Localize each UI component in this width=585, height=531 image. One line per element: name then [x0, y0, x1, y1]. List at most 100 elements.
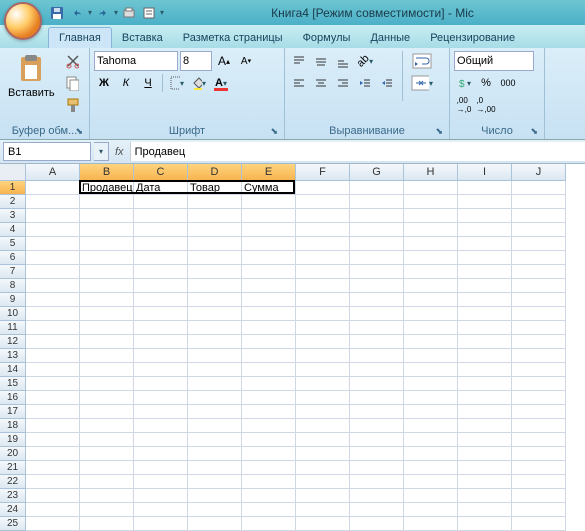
- cell[interactable]: [458, 279, 512, 293]
- cell[interactable]: [188, 461, 242, 475]
- cell[interactable]: [134, 293, 188, 307]
- cell[interactable]: [188, 195, 242, 209]
- row-header[interactable]: 19: [0, 433, 26, 447]
- cell[interactable]: [80, 209, 134, 223]
- cell[interactable]: [134, 489, 188, 503]
- cell[interactable]: [242, 293, 296, 307]
- cell[interactable]: [188, 405, 242, 419]
- column-header[interactable]: E: [242, 164, 296, 181]
- cell[interactable]: [458, 307, 512, 321]
- cell[interactable]: [512, 223, 566, 237]
- row-header[interactable]: 6: [0, 251, 26, 265]
- row-header[interactable]: 24: [0, 503, 26, 517]
- dialog-launcher-icon[interactable]: ⬊: [75, 126, 83, 137]
- cell[interactable]: [296, 461, 350, 475]
- cell[interactable]: [26, 181, 80, 195]
- cell[interactable]: [512, 433, 566, 447]
- cell[interactable]: [404, 391, 458, 405]
- cell[interactable]: [188, 391, 242, 405]
- cell[interactable]: [350, 447, 404, 461]
- cell[interactable]: [512, 391, 566, 405]
- select-all-corner[interactable]: [0, 164, 26, 181]
- bold-button[interactable]: Ж: [94, 73, 114, 93]
- row-header[interactable]: 2: [0, 195, 26, 209]
- cell[interactable]: [296, 265, 350, 279]
- cell[interactable]: [80, 251, 134, 265]
- row-header[interactable]: 3: [0, 209, 26, 223]
- cell[interactable]: [458, 461, 512, 475]
- cell[interactable]: [134, 433, 188, 447]
- cell[interactable]: [512, 209, 566, 223]
- cell[interactable]: [512, 251, 566, 265]
- cell[interactable]: [350, 251, 404, 265]
- merge-cells-icon[interactable]: ▾: [408, 73, 436, 93]
- cell[interactable]: [80, 461, 134, 475]
- cell[interactable]: [404, 335, 458, 349]
- cell[interactable]: [350, 363, 404, 377]
- cell[interactable]: [80, 503, 134, 517]
- cell[interactable]: [242, 321, 296, 335]
- cell[interactable]: [242, 251, 296, 265]
- row-header[interactable]: 11: [0, 321, 26, 335]
- cell[interactable]: [512, 181, 566, 195]
- cell[interactable]: [242, 209, 296, 223]
- align-left-icon[interactable]: [289, 73, 309, 93]
- cell[interactable]: [242, 363, 296, 377]
- cell[interactable]: [458, 195, 512, 209]
- font-family-combo[interactable]: [94, 51, 178, 71]
- cell[interactable]: [134, 391, 188, 405]
- cell[interactable]: [458, 475, 512, 489]
- row-header[interactable]: 5: [0, 237, 26, 251]
- cell[interactable]: [350, 195, 404, 209]
- cell[interactable]: [296, 195, 350, 209]
- cell[interactable]: [404, 363, 458, 377]
- borders-icon[interactable]: ▾: [167, 73, 187, 93]
- cell[interactable]: [512, 279, 566, 293]
- cell[interactable]: [188, 307, 242, 321]
- column-header[interactable]: J: [512, 164, 566, 181]
- row-header[interactable]: 8: [0, 279, 26, 293]
- column-header[interactable]: H: [404, 164, 458, 181]
- tab-home[interactable]: Главная: [48, 27, 112, 48]
- align-middle-icon[interactable]: [311, 51, 331, 71]
- cell[interactable]: [350, 307, 404, 321]
- cell[interactable]: [296, 503, 350, 517]
- cell[interactable]: [404, 237, 458, 251]
- cell[interactable]: [26, 489, 80, 503]
- align-center-icon[interactable]: [311, 73, 331, 93]
- cell[interactable]: [80, 237, 134, 251]
- cell[interactable]: [404, 433, 458, 447]
- cell[interactable]: [296, 391, 350, 405]
- print-preview-icon[interactable]: [120, 4, 138, 22]
- cell[interactable]: [26, 237, 80, 251]
- cell[interactable]: [80, 475, 134, 489]
- column-header[interactable]: G: [350, 164, 404, 181]
- cell[interactable]: [404, 181, 458, 195]
- name-box-dropdown[interactable]: ▾: [94, 142, 109, 161]
- cell[interactable]: [80, 335, 134, 349]
- undo-icon[interactable]: [68, 4, 86, 22]
- cell[interactable]: [242, 489, 296, 503]
- cut-icon[interactable]: [62, 51, 82, 71]
- cell[interactable]: [242, 349, 296, 363]
- cell[interactable]: [26, 223, 80, 237]
- cell[interactable]: [512, 447, 566, 461]
- redo-icon[interactable]: [94, 4, 112, 22]
- cell[interactable]: [80, 321, 134, 335]
- dialog-launcher-icon[interactable]: ⬊: [530, 126, 538, 137]
- cell[interactable]: [134, 363, 188, 377]
- row-header[interactable]: 15: [0, 377, 26, 391]
- cell[interactable]: [242, 461, 296, 475]
- cell[interactable]: [188, 433, 242, 447]
- cell[interactable]: [188, 419, 242, 433]
- row-header[interactable]: 23: [0, 489, 26, 503]
- tab-page-layout[interactable]: Разметка страницы: [173, 28, 293, 48]
- cell[interactable]: [242, 195, 296, 209]
- fx-icon[interactable]: fx: [115, 146, 124, 158]
- cell[interactable]: [80, 419, 134, 433]
- cell[interactable]: Сумма: [242, 181, 296, 195]
- cell[interactable]: [404, 223, 458, 237]
- cell[interactable]: [296, 405, 350, 419]
- cell[interactable]: [458, 321, 512, 335]
- cell[interactable]: [512, 293, 566, 307]
